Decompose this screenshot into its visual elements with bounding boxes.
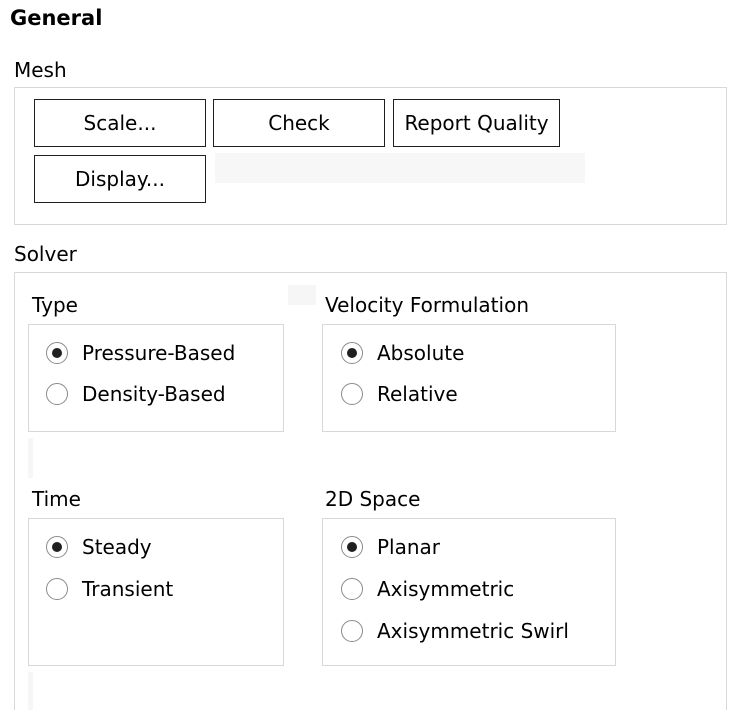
report-quality-button[interactable]: Report Quality <box>393 99 560 147</box>
radio-transient[interactable]: Transient <box>46 574 173 604</box>
solver-shade-left-2 <box>28 672 33 710</box>
radio-label-relative: Relative <box>377 382 458 406</box>
radio-unselected-icon[interactable] <box>341 620 363 642</box>
radio-label-axisymmetric: Axisymmetric <box>377 577 515 601</box>
radio-label-pressure-based: Pressure-Based <box>82 341 236 365</box>
radio-label-steady: Steady <box>82 535 152 559</box>
mesh-button-row-shade <box>215 153 585 183</box>
radio-unselected-icon[interactable] <box>341 383 363 405</box>
radio-axisymmetric-swirl[interactable]: Axisymmetric Swirl <box>341 616 569 646</box>
radio-label-absolute: Absolute <box>377 341 465 365</box>
solver-shade-gap <box>288 285 316 305</box>
time-label: Time <box>32 487 81 511</box>
radio-absolute[interactable]: Absolute <box>341 338 464 368</box>
radio-relative[interactable]: Relative <box>341 379 458 409</box>
radio-unselected-icon[interactable] <box>46 578 68 600</box>
radio-label-planar: Planar <box>377 535 441 559</box>
type-label: Type <box>32 293 78 317</box>
radio-unselected-icon[interactable] <box>341 578 363 600</box>
mesh-section-label: Mesh <box>14 58 67 82</box>
display-button[interactable]: Display... <box>34 155 206 203</box>
radio-density-based[interactable]: Density-Based <box>46 379 226 409</box>
panel-title: General <box>10 6 103 30</box>
2d-space-label: 2D Space <box>325 487 421 511</box>
velocity-formulation-label: Velocity Formulation <box>325 293 529 317</box>
radio-selected-icon[interactable] <box>46 342 68 364</box>
radio-pressure-based[interactable]: Pressure-Based <box>46 338 235 368</box>
solver-shade-left-1 <box>28 438 33 478</box>
radio-label-axisymmetric-swirl: Axisymmetric Swirl <box>377 619 569 643</box>
radio-unselected-icon[interactable] <box>46 383 68 405</box>
radio-selected-icon[interactable] <box>341 342 363 364</box>
radio-steady[interactable]: Steady <box>46 532 152 562</box>
radio-label-density-based: Density-Based <box>82 382 226 406</box>
radio-axisymmetric[interactable]: Axisymmetric <box>341 574 514 604</box>
scale-button[interactable]: Scale... <box>34 99 206 147</box>
radio-planar[interactable]: Planar <box>341 532 440 562</box>
solver-section-label: Solver <box>14 242 77 266</box>
radio-selected-icon[interactable] <box>341 536 363 558</box>
radio-selected-icon[interactable] <box>46 536 68 558</box>
check-button[interactable]: Check <box>213 99 385 147</box>
radio-label-transient: Transient <box>82 577 174 601</box>
